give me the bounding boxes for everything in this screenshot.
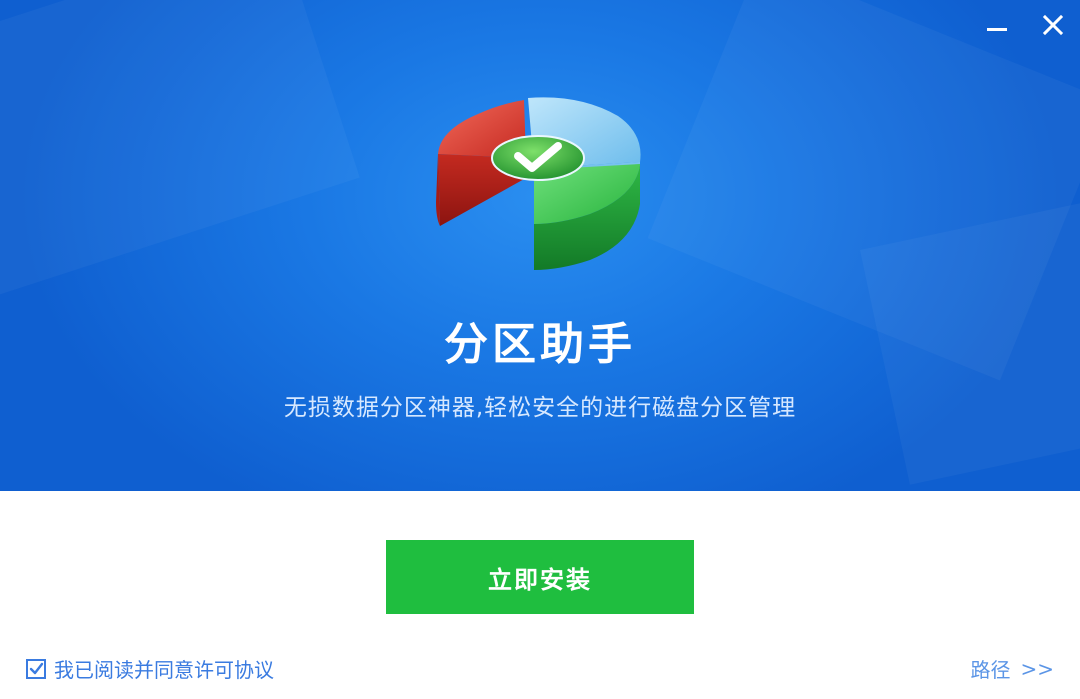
minimize-button[interactable] [980,8,1014,42]
app-title: 分区助手 [444,319,636,370]
license-agreement-label[interactable]: 我已阅读并同意许可协议 [54,654,274,683]
close-icon [1042,14,1064,36]
minimize-icon [987,28,1007,31]
background-facet [0,0,360,308]
app-subtitle: 无损数据分区神器,轻松安全的进行磁盘分区管理 [283,395,797,421]
partition-pie-check-icon [436,97,641,270]
installer-window: 分区助手 无损数据分区神器,轻松安全的进行磁盘分区管理 立即安装 我已阅读并同意… [0,0,1080,699]
install-path-link[interactable]: 路径 >> [970,654,1054,683]
install-now-button[interactable]: 立即安装 [386,540,694,614]
path-arrow[interactable]: >> [1020,657,1054,681]
checkbox-checked-icon[interactable] [26,658,46,679]
close-button[interactable] [1036,8,1070,42]
path-label[interactable]: 路径 [970,654,1010,683]
window-controls [980,8,1070,42]
hero-banner: 分区助手 无损数据分区神器,轻松安全的进行磁盘分区管理 [0,0,1080,491]
license-agreement-checkbox[interactable]: 我已阅读并同意许可协议 [26,654,274,683]
